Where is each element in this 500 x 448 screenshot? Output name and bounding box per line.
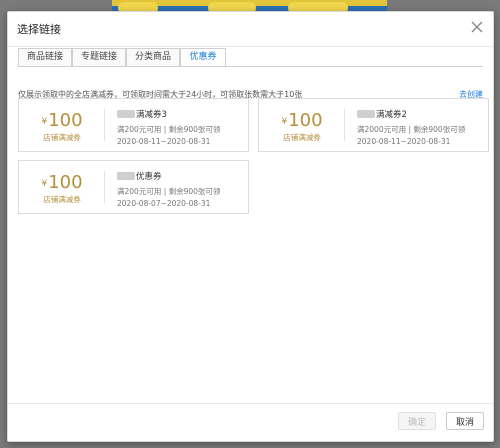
coupon-name: 满减券2 — [376, 110, 407, 120]
coupon-card[interactable]: ¥100 店铺满减券 满减券3 满200元可用 | 剩余900张可领 2020-… — [18, 98, 249, 152]
coupon-condition: 满200元可用 | 剩余900张可领 — [117, 187, 221, 196]
select-link-dialog: 选择链接 商品链接 专题链接 分类商品 优惠券 仅展示领取中的全店满减券，可领取… — [7, 11, 494, 442]
coupon-card[interactable]: ¥100 店铺满减券 优惠券 满200元可用 | 剩余900张可领 2020-0… — [18, 160, 249, 214]
coupon-condition: 满2000元可用 | 剩余900张可领 — [357, 125, 466, 134]
currency-symbol: ¥ — [281, 117, 288, 127]
tab-category-products[interactable]: 分类商品 — [126, 48, 180, 66]
currency-symbol: ¥ — [41, 179, 48, 189]
coupon-divider — [344, 109, 345, 141]
redacted-name-mask — [117, 172, 135, 180]
confirm-button[interactable]: 确定 — [398, 412, 436, 430]
coupon-type: 店铺满减券 — [283, 133, 321, 142]
coupon-name: 满减券3 — [136, 110, 167, 120]
coupon-amount: ¥100 — [27, 172, 97, 193]
tabs-divider — [18, 66, 483, 67]
coupon-divider — [104, 109, 105, 141]
coupon-divider — [104, 171, 105, 203]
coupon-condition: 满200元可用 | 剩余900张可领 — [117, 125, 221, 134]
coupon-info: 满减券3 满200元可用 | 剩余900张可领 2020-08-11~2020-… — [117, 108, 242, 146]
redacted-name-mask — [357, 110, 375, 118]
coupon-name: 优惠券 — [136, 172, 162, 182]
dialog-header: 选择链接 — [8, 12, 493, 47]
coupon-date-range: 2020-08-11~2020-08-31 — [357, 137, 451, 146]
close-icon[interactable] — [469, 19, 485, 35]
coupon-card[interactable]: ¥100 店铺满减券 满减券2 满2000元可用 | 剩余900张可领 2020… — [258, 98, 489, 152]
tab-product-link[interactable]: 商品链接 — [18, 48, 72, 66]
coupon-info: 优惠券 满200元可用 | 剩余900张可领 2020-08-07~2020-0… — [117, 170, 242, 208]
currency-symbol: ¥ — [41, 117, 48, 127]
coupon-value: 100 — [48, 110, 83, 131]
redacted-name-mask — [117, 110, 135, 118]
coupon-type: 店铺满减券 — [43, 133, 81, 142]
link-type-tabs: 商品链接 专题链接 分类商品 优惠券 — [18, 48, 226, 67]
coupon-date-range: 2020-08-11~2020-08-31 — [117, 137, 211, 146]
coupon-info: 满减券2 满2000元可用 | 剩余900张可领 2020-08-11~2020… — [357, 108, 482, 146]
coupon-amount: ¥100 — [267, 110, 337, 131]
tab-topic-link[interactable]: 专题链接 — [72, 48, 126, 66]
dialog-title: 选择链接 — [17, 23, 61, 36]
tab-coupons[interactable]: 优惠券 — [180, 48, 226, 67]
coupon-value: 100 — [48, 172, 83, 193]
coupon-amount: ¥100 — [27, 110, 97, 131]
dialog-footer: 确定 取消 — [8, 403, 493, 441]
coupon-date-range: 2020-08-07~2020-08-31 — [117, 199, 211, 208]
cancel-button[interactable]: 取消 — [446, 412, 484, 430]
coupon-value: 100 — [288, 110, 323, 131]
coupon-type: 店铺满减券 — [43, 195, 81, 204]
